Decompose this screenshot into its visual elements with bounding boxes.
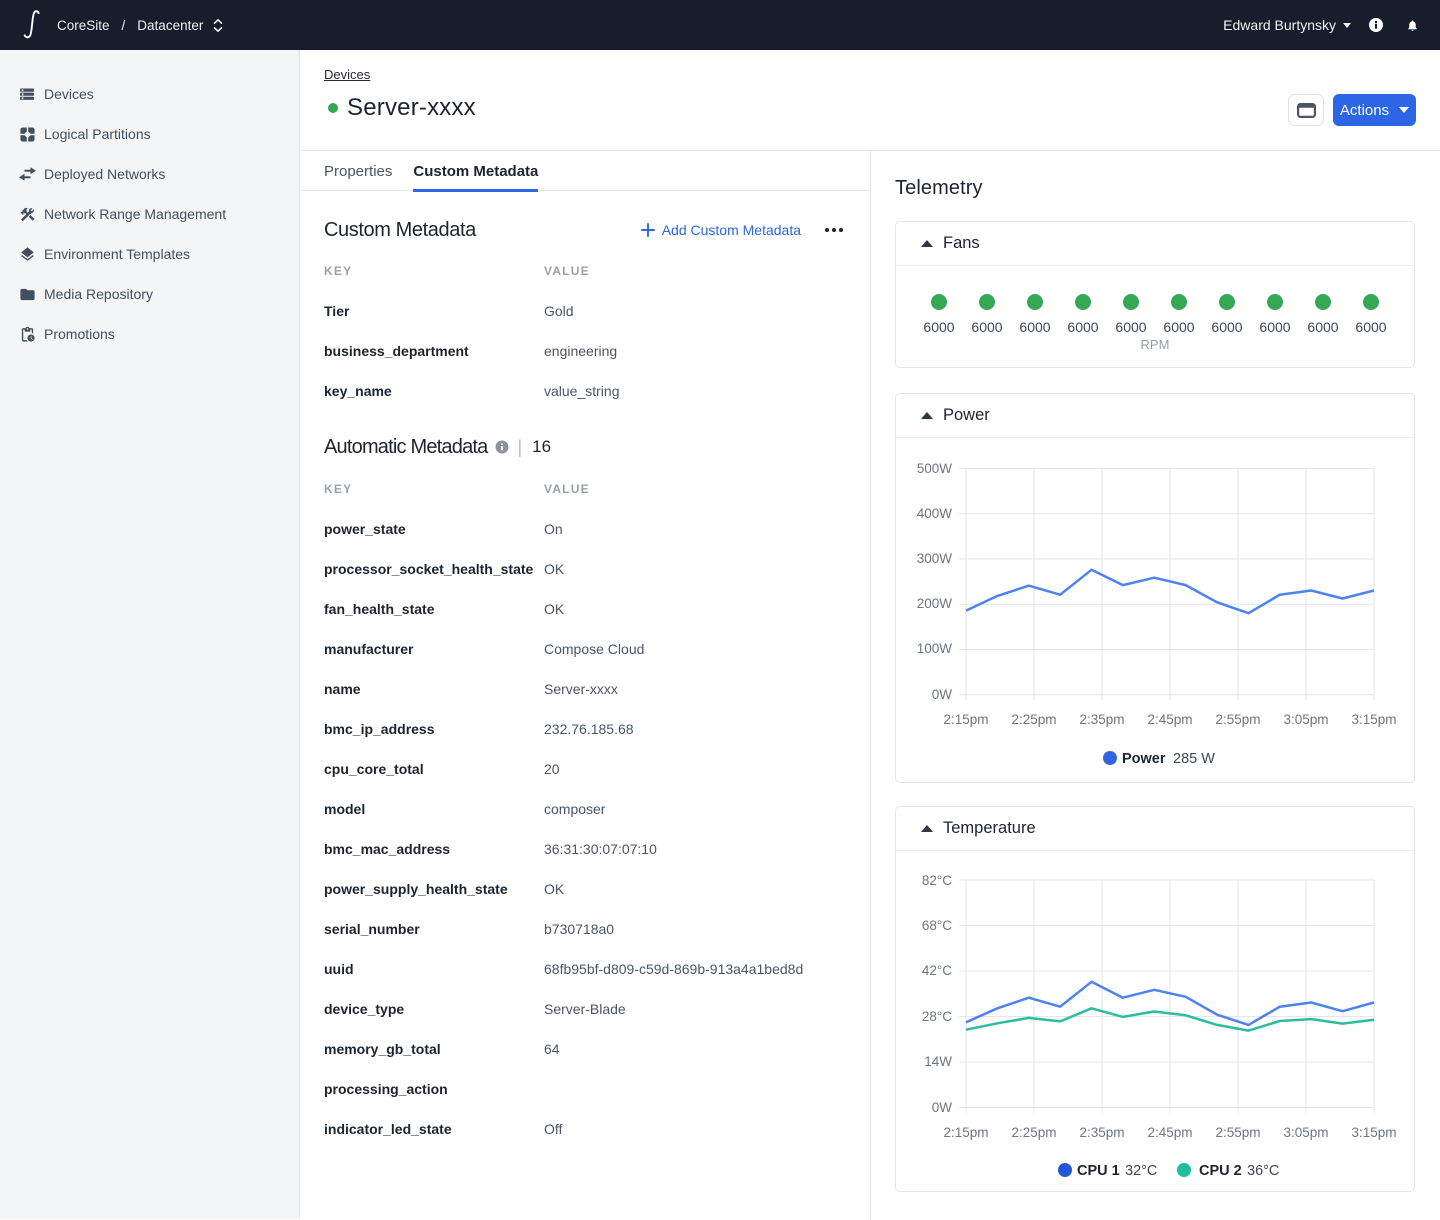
svg-text:100W: 100W bbox=[917, 641, 953, 656]
svg-text:2:25pm: 2:25pm bbox=[1011, 1125, 1056, 1140]
svg-text:0W: 0W bbox=[932, 687, 953, 702]
svg-text:42°C: 42°C bbox=[922, 963, 952, 978]
svg-text:14W: 14W bbox=[924, 1054, 952, 1069]
svg-text:2:35pm: 2:35pm bbox=[1079, 712, 1124, 727]
svg-text:CPU 2: CPU 2 bbox=[1199, 1163, 1242, 1179]
svg-text:2:45pm: 2:45pm bbox=[1147, 712, 1192, 727]
svg-text:400W: 400W bbox=[917, 506, 953, 521]
svg-text:2:25pm: 2:25pm bbox=[1011, 712, 1056, 727]
svg-text:300W: 300W bbox=[917, 551, 953, 566]
svg-text:2:55pm: 2:55pm bbox=[1215, 1125, 1260, 1140]
svg-text:3:15pm: 3:15pm bbox=[1351, 712, 1396, 727]
svg-text:3:05pm: 3:05pm bbox=[1283, 1125, 1328, 1140]
svg-text:CPU 1: CPU 1 bbox=[1077, 1163, 1120, 1179]
svg-text:285 W: 285 W bbox=[1173, 751, 1215, 767]
svg-text:3:15pm: 3:15pm bbox=[1351, 1125, 1396, 1140]
svg-text:2:15pm: 2:15pm bbox=[943, 712, 988, 727]
svg-text:2:35pm: 2:35pm bbox=[1079, 1125, 1124, 1140]
svg-text:68°C: 68°C bbox=[922, 918, 952, 933]
svg-text:Power: Power bbox=[1122, 751, 1166, 767]
svg-text:32°C: 32°C bbox=[1125, 1163, 1157, 1179]
svg-text:3:05pm: 3:05pm bbox=[1283, 712, 1328, 727]
svg-text:36°C: 36°C bbox=[1247, 1163, 1279, 1179]
svg-text:200W: 200W bbox=[917, 596, 953, 611]
svg-text:28°C: 28°C bbox=[922, 1009, 952, 1024]
svg-text:82°C: 82°C bbox=[922, 873, 952, 888]
svg-text:2:55pm: 2:55pm bbox=[1215, 712, 1260, 727]
svg-text:2:45pm: 2:45pm bbox=[1147, 1125, 1192, 1140]
svg-text:0W: 0W bbox=[932, 1100, 953, 1115]
svg-text:2:15pm: 2:15pm bbox=[943, 1125, 988, 1140]
svg-text:500W: 500W bbox=[917, 461, 953, 476]
